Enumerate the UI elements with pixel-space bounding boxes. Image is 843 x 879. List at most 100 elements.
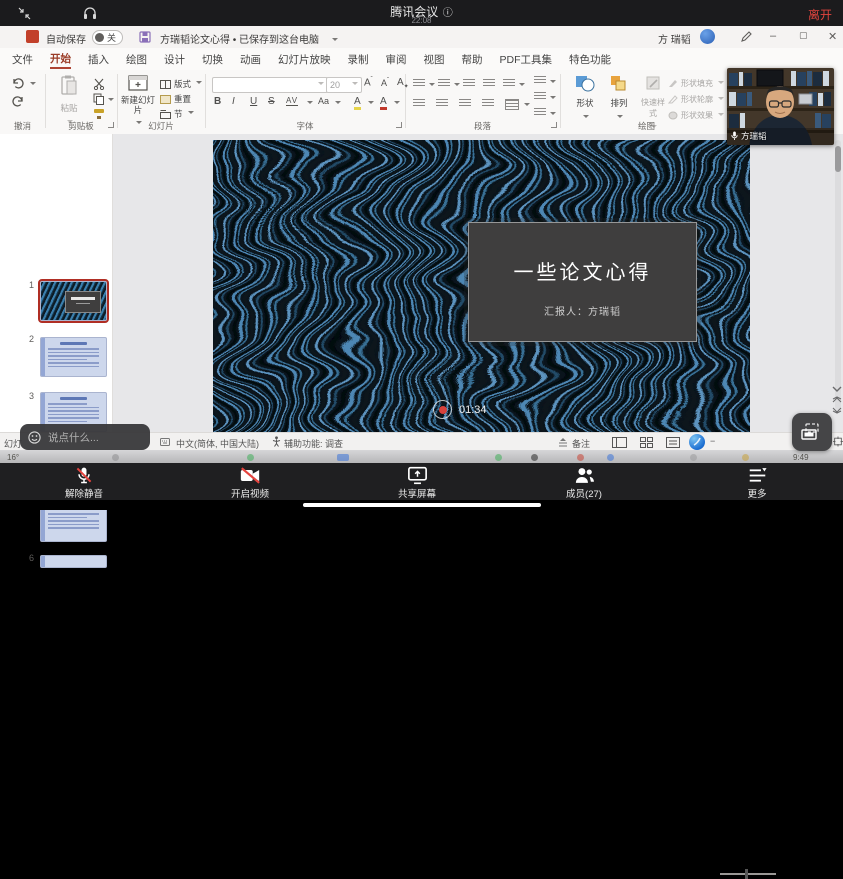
edit-pencil-icon[interactable] xyxy=(740,31,752,43)
close-button[interactable]: ✕ xyxy=(828,30,837,43)
current-slide[interactable]: 一些论文心得 汇报人：方瑞韬 xyxy=(213,140,750,432)
slide-thumbnail-1[interactable] xyxy=(40,281,107,321)
shape-fill-button[interactable]: 形状填充 xyxy=(668,78,724,89)
tab-help[interactable]: 帮助 xyxy=(462,52,483,67)
paragraph-dialog-launcher[interactable] xyxy=(551,122,557,128)
underline-button[interactable]: U xyxy=(250,96,257,107)
undo-button[interactable] xyxy=(11,77,25,89)
fit-to-window-button[interactable] xyxy=(833,436,843,447)
tab-design[interactable]: 设计 xyxy=(164,52,185,67)
slideshow-blue-badge[interactable] xyxy=(689,434,705,450)
tab-pdf-tools[interactable]: PDF工具集 xyxy=(500,52,553,67)
layout-button[interactable]: 版式 xyxy=(160,78,202,90)
section-button[interactable]: 节 xyxy=(160,108,194,120)
avatar[interactable] xyxy=(700,29,715,44)
accessibility-status[interactable]: 辅助功能: 调查 xyxy=(284,437,343,450)
text-highlight-button[interactable]: A xyxy=(354,96,361,110)
tab-special-features[interactable]: 特色功能 xyxy=(569,52,611,67)
line-spacing-button[interactable] xyxy=(503,79,515,88)
recording-indicator[interactable]: 01:34 xyxy=(433,400,487,419)
increase-indent-button[interactable] xyxy=(483,79,495,88)
tab-transitions[interactable]: 切换 xyxy=(202,52,223,67)
unmute-button[interactable]: 解除静音 xyxy=(44,466,124,500)
slide-title-box[interactable]: 一些论文心得 汇报人：方瑞韬 xyxy=(468,222,697,342)
reset-button[interactable]: 重置 xyxy=(160,93,191,105)
notes-button[interactable]: 备注 xyxy=(572,437,590,450)
leave-meeting-button[interactable]: 离开 xyxy=(808,6,832,23)
highlight-chevron-icon[interactable] xyxy=(368,101,374,107)
copy-chevron-icon[interactable] xyxy=(108,98,114,104)
text-direction-chevron-icon[interactable] xyxy=(550,80,556,86)
previous-slide-button[interactable] xyxy=(832,396,842,404)
bold-button[interactable]: B xyxy=(214,96,221,107)
format-painter-button[interactable] xyxy=(93,108,105,120)
picture-in-picture-button[interactable] xyxy=(792,413,832,451)
slide-thumbnail-6[interactable] xyxy=(40,555,107,568)
change-case-button[interactable]: Aa xyxy=(318,96,329,106)
scroll-down-arrow-icon[interactable] xyxy=(832,385,842,393)
italic-button[interactable]: I xyxy=(232,96,235,107)
tab-draw[interactable]: 绘图 xyxy=(126,52,147,67)
font-name-combo[interactable] xyxy=(212,77,328,93)
undo-chevron-icon[interactable] xyxy=(30,82,36,88)
more-button[interactable]: 更多 xyxy=(717,466,797,500)
reading-view-button[interactable] xyxy=(666,437,680,448)
shape-outline-button[interactable]: 形状轮廓 xyxy=(668,94,724,105)
numbering-button[interactable] xyxy=(438,79,450,88)
tab-file[interactable]: 文件 xyxy=(12,52,33,67)
smartart-convert-button[interactable] xyxy=(534,108,546,117)
tab-animations[interactable]: 动画 xyxy=(240,52,261,67)
language-status[interactable]: 中文(简体, 中国大陆) xyxy=(176,437,259,450)
start-video-button[interactable]: 开启视频 xyxy=(210,466,290,500)
redo-button[interactable] xyxy=(11,95,25,107)
keyboard-icon[interactable] xyxy=(160,438,170,446)
save-icon[interactable] xyxy=(139,31,151,43)
autosave-toggle[interactable]: 关 xyxy=(92,30,123,45)
slide-thumbnail-2[interactable] xyxy=(40,337,107,377)
shrink-font-button[interactable]: Aˇ xyxy=(381,78,389,88)
zoom-out-button[interactable]: − xyxy=(710,436,715,446)
align-right-button[interactable] xyxy=(459,99,471,108)
smartart-chevron-icon[interactable] xyxy=(550,112,556,118)
text-direction-button[interactable] xyxy=(534,76,546,85)
clear-format-button[interactable]: A✦ xyxy=(397,77,409,90)
members-button[interactable]: 成员(27) xyxy=(544,466,624,500)
tab-home[interactable]: 开始 xyxy=(50,51,71,67)
align-left-button[interactable] xyxy=(413,99,425,108)
meeting-chat-input[interactable]: 说点什么... xyxy=(20,424,150,450)
participant-video-tile[interactable]: 方瑞韬 xyxy=(727,68,834,145)
font-color-button[interactable]: A xyxy=(380,96,387,110)
strikethrough-button[interactable]: S xyxy=(268,96,275,107)
scrollbar-thumb[interactable] xyxy=(835,146,841,172)
change-case-chevron-icon[interactable] xyxy=(335,101,341,107)
align-text-button[interactable] xyxy=(534,92,546,101)
tab-slideshow[interactable]: 幻灯片放映 xyxy=(278,52,331,67)
normal-view-button[interactable] xyxy=(612,437,627,448)
zoom-slider-track[interactable] xyxy=(720,873,776,875)
tab-record[interactable]: 录制 xyxy=(348,52,369,67)
account-user-name[interactable]: 方 瑞韬 xyxy=(658,31,691,46)
bullets-chevron-icon[interactable] xyxy=(429,83,435,89)
vertical-scrollbar[interactable] xyxy=(835,140,841,410)
minimize-button[interactable]: – xyxy=(770,30,776,42)
tab-view[interactable]: 视图 xyxy=(424,52,445,67)
maximize-button[interactable]: ▢ xyxy=(799,30,808,41)
font-size-combo[interactable]: 20 xyxy=(326,77,362,93)
columns-button[interactable] xyxy=(505,99,519,110)
next-slide-button[interactable] xyxy=(832,406,842,414)
numbering-chevron-icon[interactable] xyxy=(454,83,460,89)
bullets-button[interactable] xyxy=(413,79,425,88)
cut-button[interactable] xyxy=(93,78,105,90)
document-title[interactable]: 方瑞韬论文心得 • 已保存到这台电脑 xyxy=(160,31,319,46)
font-dialog-launcher[interactable] xyxy=(396,122,402,128)
copy-button[interactable] xyxy=(93,93,104,105)
zoom-slider-thumb[interactable] xyxy=(745,869,748,879)
justify-button[interactable] xyxy=(482,99,494,108)
home-indicator-handle[interactable] xyxy=(303,503,541,507)
tab-review[interactable]: 审阅 xyxy=(386,52,407,67)
share-screen-button[interactable]: 共享屏幕 xyxy=(377,466,457,500)
grow-font-button[interactable]: Aˆ xyxy=(364,77,373,88)
slide-sorter-view-button[interactable] xyxy=(640,437,653,448)
line-spacing-chevron-icon[interactable] xyxy=(519,83,525,89)
clipboard-dialog-launcher[interactable] xyxy=(108,122,114,128)
